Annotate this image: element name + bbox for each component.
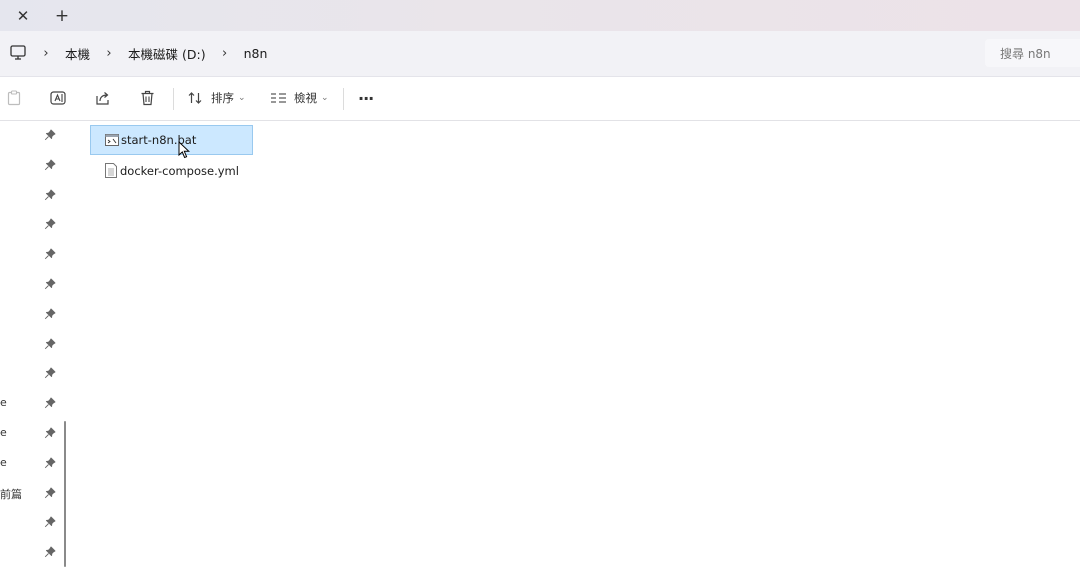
quick-access-item[interactable]: e	[0, 449, 60, 479]
pin-icon	[44, 308, 56, 319]
toolbar-divider	[173, 88, 174, 110]
quick-access-label: 前篇	[0, 487, 22, 501]
breadcrumb: › 本機 › 本機磁碟 (D:) › n8n	[40, 31, 280, 76]
chevron-right-icon[interactable]: ›	[103, 46, 115, 61]
file-item-docker-compose-yml[interactable]: docker-compose.yml	[90, 156, 253, 186]
chevron-right-icon[interactable]: ›	[219, 46, 231, 61]
file-explorer-window: ✕ + › 本機 › 本機磁碟 (D:) › n8n 搜尋 n8n 排序 ⌄ 檢…	[0, 0, 1080, 567]
quick-access-item[interactable]	[0, 330, 60, 360]
navigation-pane: e e e 前篇	[0, 121, 70, 567]
quick-access-item[interactable]	[0, 121, 60, 151]
quick-access-label: e	[0, 455, 7, 469]
quick-access-item[interactable]	[0, 359, 60, 389]
plus-icon: +	[54, 6, 70, 26]
quick-access-item[interactable]	[0, 240, 60, 270]
toolbar-divider	[343, 88, 344, 110]
pin-icon	[44, 367, 56, 379]
pin-icon	[44, 487, 56, 498]
trash-icon	[141, 90, 154, 106]
mouse-cursor-icon	[178, 141, 190, 159]
sort-label: 排序	[211, 91, 234, 105]
quick-access-label: e	[0, 426, 7, 439]
quick-access-item[interactable]	[0, 270, 60, 300]
pin-icon	[44, 129, 56, 141]
close-tab-button[interactable]: ✕	[6, 2, 40, 30]
search-placeholder: 搜尋 n8n	[1000, 46, 1051, 61]
view-icon	[271, 93, 286, 103]
pin-icon	[44, 248, 56, 260]
file-list: start-n8n.bat docker-compose.yml	[75, 121, 1080, 567]
quick-access-item[interactable]	[0, 151, 60, 181]
pin-icon	[44, 159, 56, 170]
view-button[interactable]: 檢視 ⌄	[270, 87, 329, 109]
delete-button[interactable]	[140, 87, 155, 109]
rename-button[interactable]	[50, 87, 67, 109]
quick-access-item[interactable]	[0, 181, 60, 211]
share-icon	[96, 92, 109, 105]
quick-access-item[interactable]: e	[0, 389, 60, 419]
quick-access-item[interactable]	[0, 508, 60, 538]
more-options-button[interactable]: ···	[358, 87, 374, 109]
quick-access-item[interactable]: 前篇	[0, 479, 60, 509]
pin-icon	[44, 397, 56, 409]
sort-button[interactable]: 排序 ⌄	[187, 87, 246, 109]
breadcrumb-local-disk-d[interactable]: 本機磁碟 (D:)	[115, 44, 219, 63]
more-icon: ···	[358, 88, 374, 108]
chevron-down-icon: ⌄	[238, 93, 246, 103]
computer-icon[interactable]	[9, 43, 27, 61]
share-button[interactable]	[95, 87, 111, 109]
paste-button[interactable]	[7, 87, 21, 109]
pin-icon	[44, 457, 56, 468]
breadcrumb-this-pc[interactable]: 本機	[52, 44, 103, 63]
file-name: docker-compose.yml	[120, 164, 239, 178]
pin-icon	[44, 427, 56, 439]
command-toolbar: 排序 ⌄ 檢視 ⌄ ···	[0, 77, 1080, 121]
close-icon: ✕	[16, 7, 30, 25]
rename-icon	[50, 91, 66, 105]
search-input[interactable]: 搜尋 n8n	[985, 39, 1080, 67]
new-tab-button[interactable]: +	[48, 2, 76, 30]
quick-access-label: e	[0, 396, 7, 410]
quick-access-item[interactable]: e	[0, 419, 60, 449]
chevron-right-icon[interactable]: ›	[40, 46, 52, 61]
pin-icon	[44, 189, 56, 200]
sort-icon	[188, 92, 202, 104]
address-bar-row: › 本機 › 本機磁碟 (D:) › n8n 搜尋 n8n	[0, 31, 1080, 77]
quick-access-item[interactable]	[0, 538, 60, 567]
pin-icon	[44, 338, 56, 349]
quick-access-item[interactable]	[0, 210, 60, 240]
batch-file-icon	[105, 134, 119, 146]
pin-icon	[44, 218, 56, 230]
text-file-icon	[105, 163, 117, 178]
paste-icon	[7, 90, 21, 106]
nav-scrollbar[interactable]	[64, 421, 66, 567]
pin-icon	[44, 546, 56, 558]
pin-icon	[44, 278, 56, 290]
quick-access-item[interactable]	[0, 300, 60, 330]
breadcrumb-n8n[interactable]: n8n	[231, 46, 281, 61]
view-label: 檢視	[294, 91, 317, 105]
file-item-start-n8n-bat[interactable]: start-n8n.bat	[90, 125, 253, 155]
title-bar: ✕ +	[0, 0, 1080, 31]
chevron-down-icon: ⌄	[321, 93, 329, 103]
pin-icon	[44, 516, 56, 528]
